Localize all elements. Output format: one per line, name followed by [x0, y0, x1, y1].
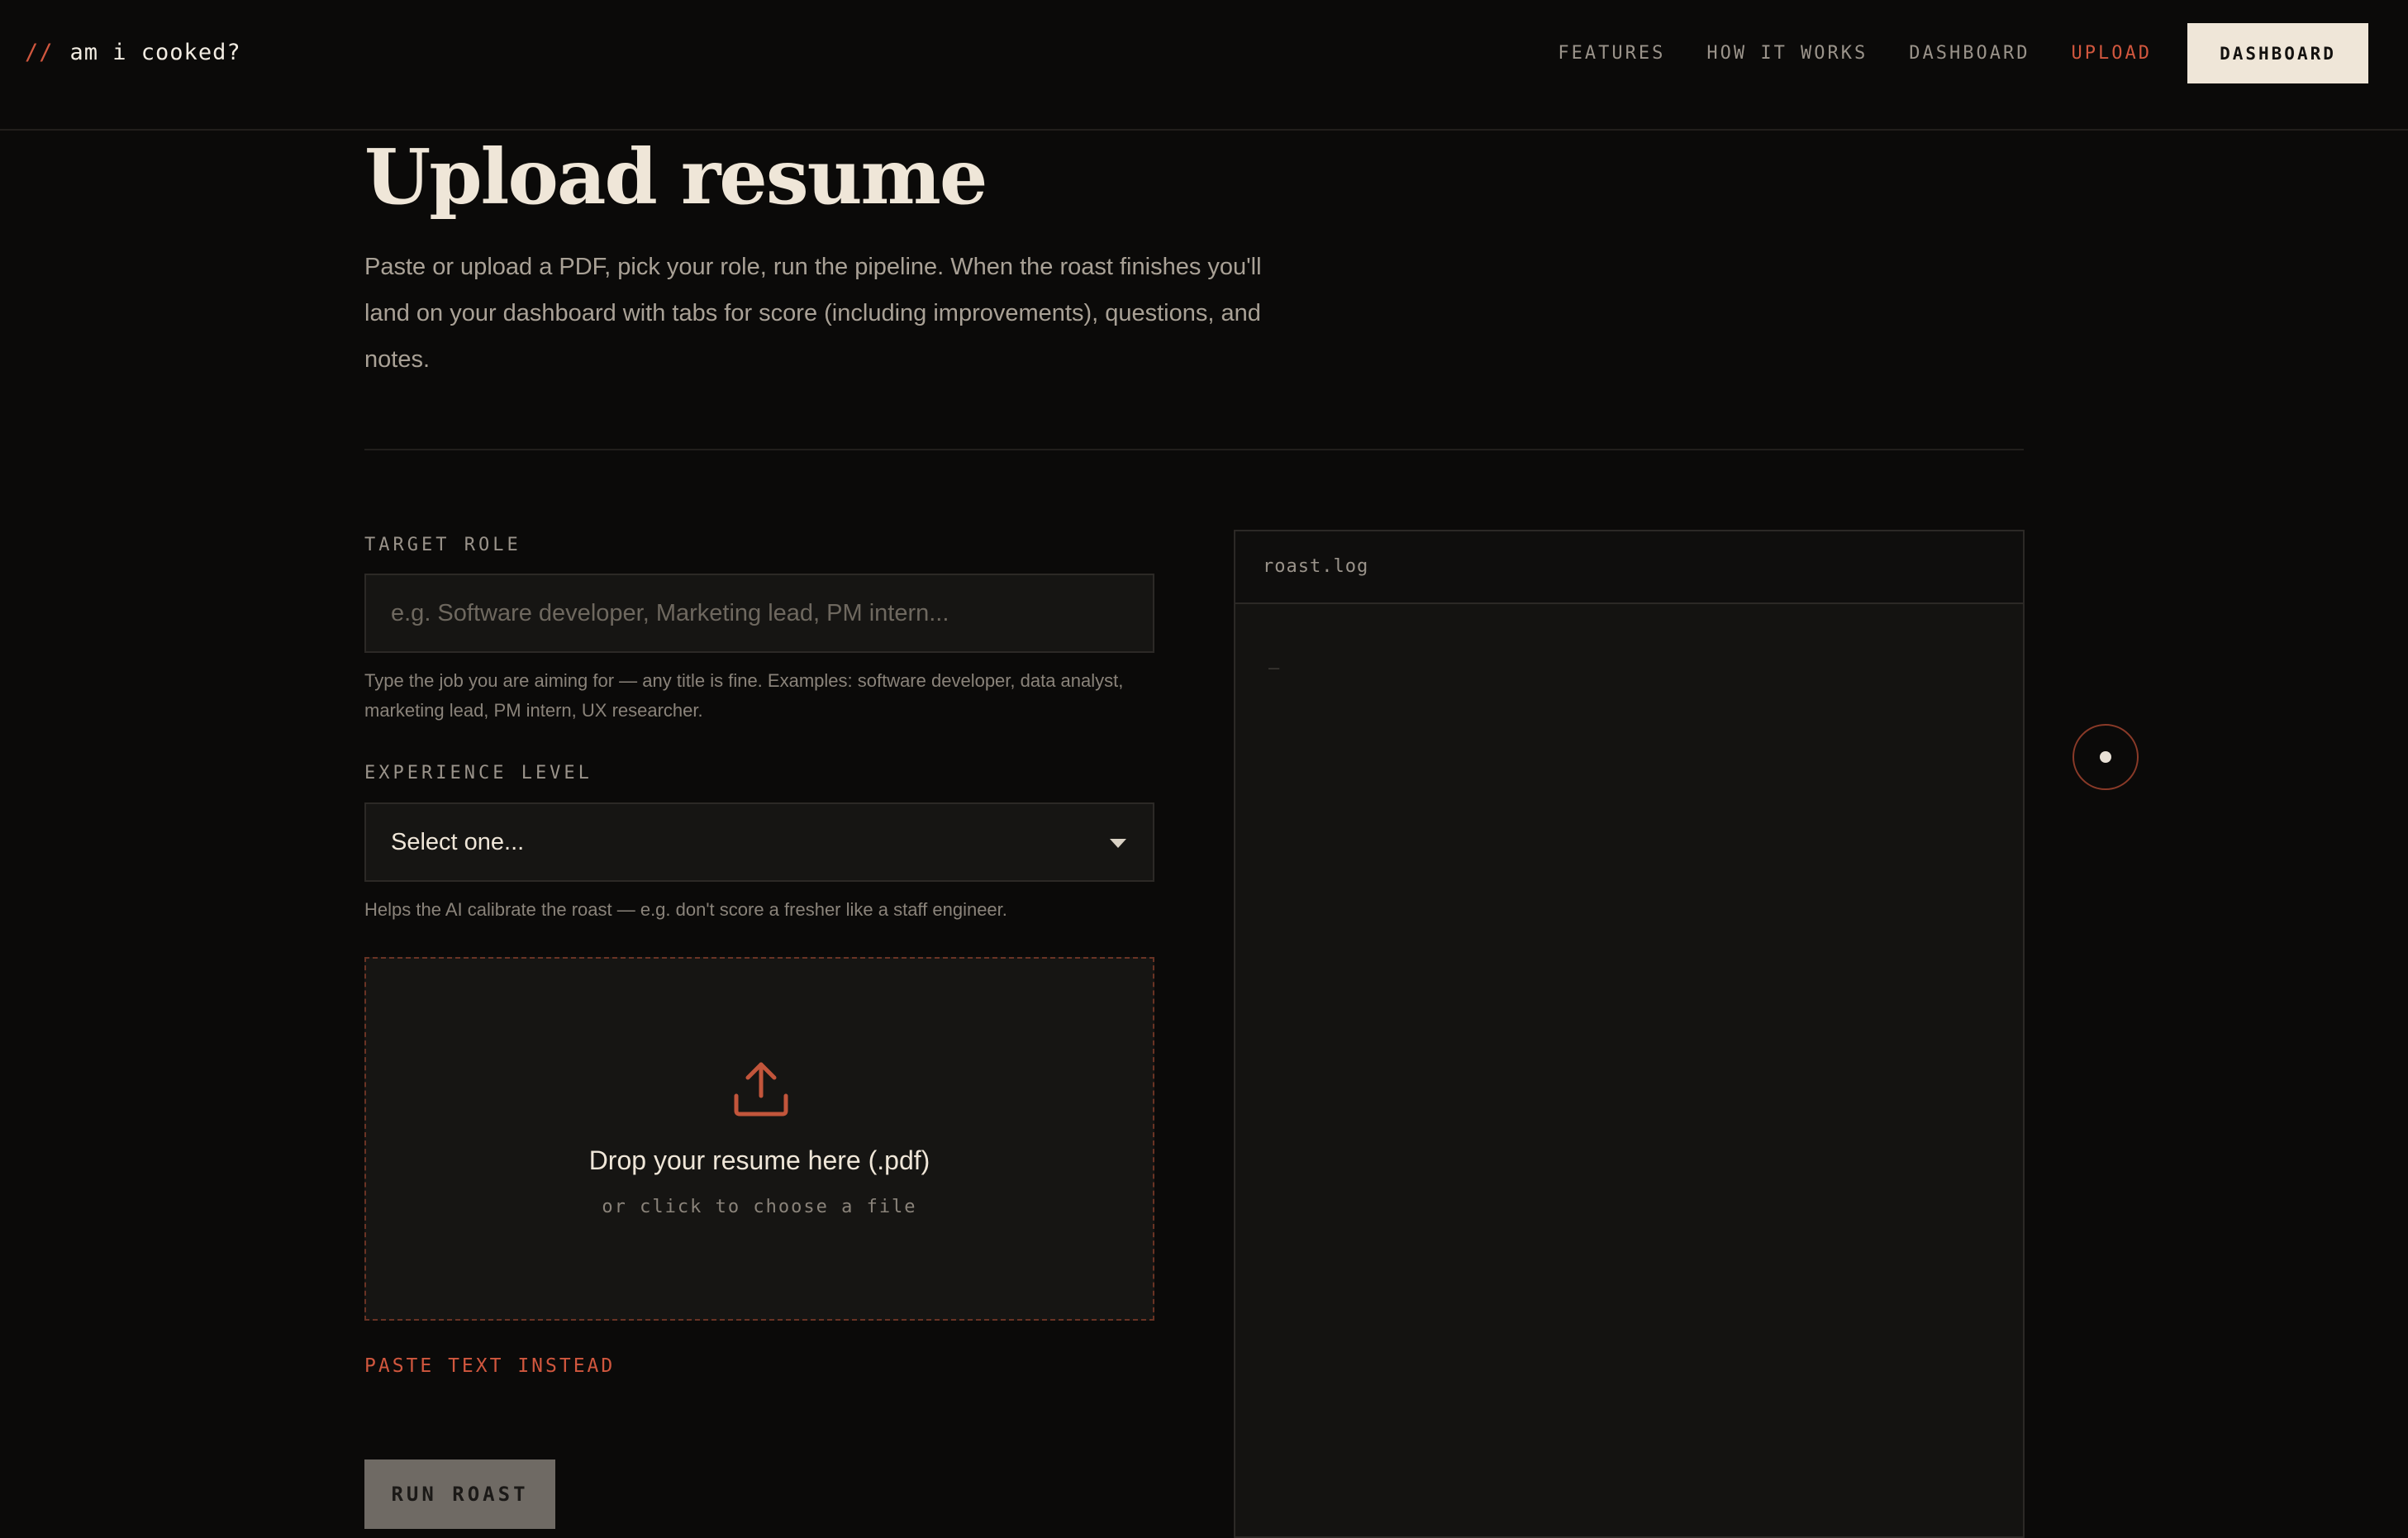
experience-level-help: Helps the AI calibrate the roast — e.g. … [364, 899, 1007, 920]
section-divider [364, 449, 2024, 450]
target-role-help: Type the job you are aiming for — any ti… [364, 670, 1124, 721]
paste-text-link[interactable]: PASTE TEXT INSTEAD [364, 1355, 615, 1377]
cursor-ring-icon [2072, 724, 2139, 790]
page-title: Upload resume [364, 132, 987, 221]
target-role-field[interactable] [364, 574, 1154, 653]
experience-level-select[interactable]: Select one... [364, 802, 1154, 882]
resume-dropzone[interactable]: Drop your resume here (.pdf) or click to… [364, 957, 1154, 1321]
dropzone-title: Drop your resume here (.pdf) [588, 1145, 930, 1175]
log-cursor: _ [1268, 649, 1280, 669]
nav-links: FEATURES HOW IT WORKS DASHBOARD UPLOAD [1558, 43, 2152, 64]
logo[interactable]: // am i cooked? [25, 40, 241, 65]
dropzone-subtitle: or click to choose a file [602, 1197, 917, 1217]
target-role-label: TARGET ROLE [364, 535, 521, 555]
page-description: Paste or upload a PDF, pick your role, r… [364, 254, 1262, 373]
experience-level-label: EXPERIENCE LEVEL [364, 763, 592, 783]
upload-icon [734, 1062, 788, 1117]
roast-log-panel: roast.log _ [1234, 530, 2025, 1538]
run-roast-button[interactable]: RUN ROAST [364, 1459, 555, 1529]
nav-link-dashboard[interactable]: DASHBOARD [1909, 43, 2030, 64]
nav-link-features[interactable]: FEATURES [1558, 43, 1665, 64]
target-role-input[interactable] [366, 575, 1153, 651]
logo-slash: // [25, 40, 54, 65]
nav-link-how-it-works[interactable]: HOW IT WORKS [1706, 43, 1868, 64]
log-title: roast.log [1263, 556, 1369, 577]
chevron-down-icon [1110, 839, 1126, 848]
cursor-dot-icon [2100, 751, 2111, 763]
log-header: roast.log [1235, 531, 2023, 604]
dashboard-button[interactable]: DASHBOARD [2187, 23, 2368, 83]
logo-text: am i cooked? [69, 40, 241, 65]
nav-link-upload[interactable]: UPLOAD [2072, 43, 2152, 64]
top-nav: // am i cooked? FEATURES HOW IT WORKS DA… [0, 0, 2408, 131]
experience-level-value: Select one... [391, 828, 525, 855]
